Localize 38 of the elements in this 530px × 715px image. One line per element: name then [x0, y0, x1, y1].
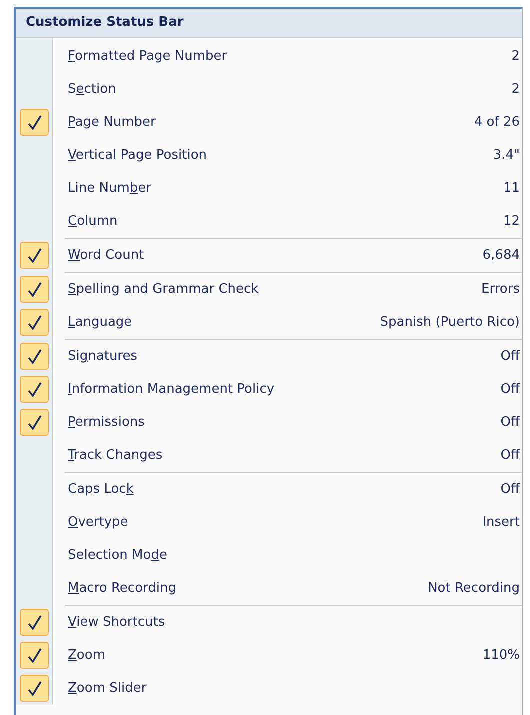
- menu-item[interactable]: Column: [68, 214, 504, 229]
- menu-item[interactable]: Zoom Slider: [68, 681, 522, 696]
- menu-item[interactable]: Line Number: [68, 181, 504, 196]
- status-value: 12: [503, 214, 521, 229]
- status-value: Off: [500, 349, 522, 364]
- status-value: 110%: [482, 648, 521, 663]
- status-value: 2: [512, 82, 521, 97]
- menu-item[interactable]: Formatted Page Number: [68, 49, 512, 64]
- status-value: Off: [500, 482, 522, 497]
- status-value: Not Recording: [428, 581, 521, 596]
- status-value: Insert: [482, 515, 521, 530]
- menu-item[interactable]: Overtype: [68, 515, 483, 530]
- menu-item[interactable]: Vertical Page Position: [68, 148, 494, 163]
- status-value: Off: [500, 448, 522, 463]
- status-value: Off: [500, 415, 522, 430]
- menu-item[interactable]: Permissions: [68, 415, 501, 430]
- menu-item[interactable]: Signatures: [68, 349, 501, 364]
- status-value: 3.4": [493, 148, 521, 163]
- menu-item[interactable]: Macro Recording: [68, 581, 428, 596]
- status-value: 4 of 26: [474, 115, 521, 130]
- menu-item[interactable]: Page Number: [68, 115, 474, 130]
- menu-item[interactable]: Section: [68, 82, 512, 97]
- menu-title: Customize Status Bar: [16, 9, 522, 38]
- menu-item[interactable]: Caps Lock: [68, 482, 501, 497]
- status-value: Spanish (Puerto Rico): [380, 315, 521, 330]
- menu-item[interactable]: Track Changes: [68, 448, 501, 463]
- status-value: 2: [512, 49, 521, 64]
- status-value: Off: [500, 382, 522, 397]
- menu-item[interactable]: Information Management Policy: [68, 382, 501, 397]
- menu-item[interactable]: Selection Mode: [68, 548, 522, 563]
- menu-item[interactable]: Zoom: [68, 648, 483, 663]
- menu-item[interactable]: Spelling and Grammar Check: [68, 282, 482, 297]
- menu-item[interactable]: Language: [68, 315, 380, 330]
- menu-item[interactable]: View Shortcuts: [68, 615, 522, 630]
- status-value: Errors: [482, 282, 521, 297]
- menu-item[interactable]: Word Count: [68, 248, 483, 263]
- status-value: 11: [503, 181, 521, 196]
- status-value: 6,684: [482, 248, 521, 263]
